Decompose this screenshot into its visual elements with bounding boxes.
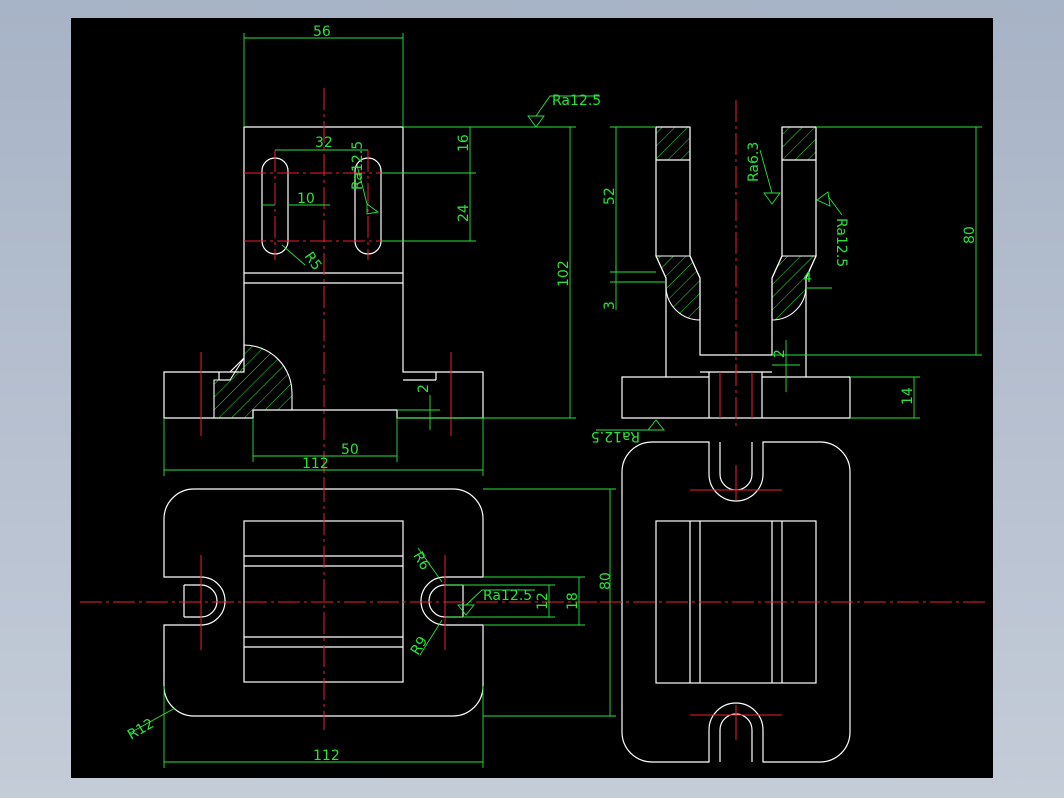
cad-drawing-area[interactable]: 56 32 10 16 24 102 2 50 112 R5 Ra12.5 Ra… bbox=[71, 18, 993, 778]
dim-4: 4 bbox=[803, 270, 812, 286]
radius-r12: R12 bbox=[125, 716, 157, 744]
dim-18: 18 bbox=[565, 592, 581, 610]
front-view: 56 32 10 16 24 102 2 50 112 R5 Ra12.5 Ra… bbox=[163, 24, 601, 480]
cad-drawing: 56 32 10 16 24 102 2 50 112 R5 Ra12.5 Ra… bbox=[80, 24, 985, 768]
roughness-front-top: Ra12.5 bbox=[552, 93, 601, 109]
dim-3: 3 bbox=[602, 301, 618, 310]
dim-52: 52 bbox=[602, 187, 618, 205]
dim-80-side: 80 bbox=[962, 226, 978, 244]
dim-10: 10 bbox=[297, 191, 315, 207]
roughness-side-bottom: Ra12.5 bbox=[591, 428, 640, 444]
dim-14: 14 bbox=[900, 387, 916, 405]
roughness-side-right: Ra12.5 bbox=[833, 218, 849, 267]
roughness-front-slot: Ra12.5 bbox=[350, 141, 366, 190]
bottom-view bbox=[600, 441, 985, 763]
dim-112-front: 112 bbox=[302, 456, 329, 472]
top-view: 80 12 18 112 R6 R9 R12 Ra12.5 bbox=[80, 480, 616, 768]
radius-r9: R9 bbox=[408, 634, 431, 658]
dim-2-front: 2 bbox=[416, 384, 432, 393]
dim-80-top: 80 bbox=[598, 572, 614, 590]
dim-16: 16 bbox=[456, 134, 472, 152]
dim-56: 56 bbox=[313, 24, 331, 40]
radius-r5: R5 bbox=[301, 249, 325, 273]
roughness-side-inner: Ra6.3 bbox=[746, 142, 762, 182]
dim-32: 32 bbox=[315, 135, 333, 151]
side-view: 52 3 80 2 4 14 Ra6.3 Ra12.5 Ra12.5 bbox=[591, 100, 982, 444]
dim-24: 24 bbox=[456, 204, 472, 222]
dim-112-top: 112 bbox=[313, 748, 340, 764]
dim-50: 50 bbox=[341, 442, 359, 458]
dim-102: 102 bbox=[556, 260, 572, 287]
radius-r6: R6 bbox=[410, 549, 433, 573]
dim-12: 12 bbox=[535, 592, 551, 610]
roughness-top-slot: Ra12.5 bbox=[483, 588, 532, 604]
dim-2-side: 2 bbox=[772, 349, 788, 358]
